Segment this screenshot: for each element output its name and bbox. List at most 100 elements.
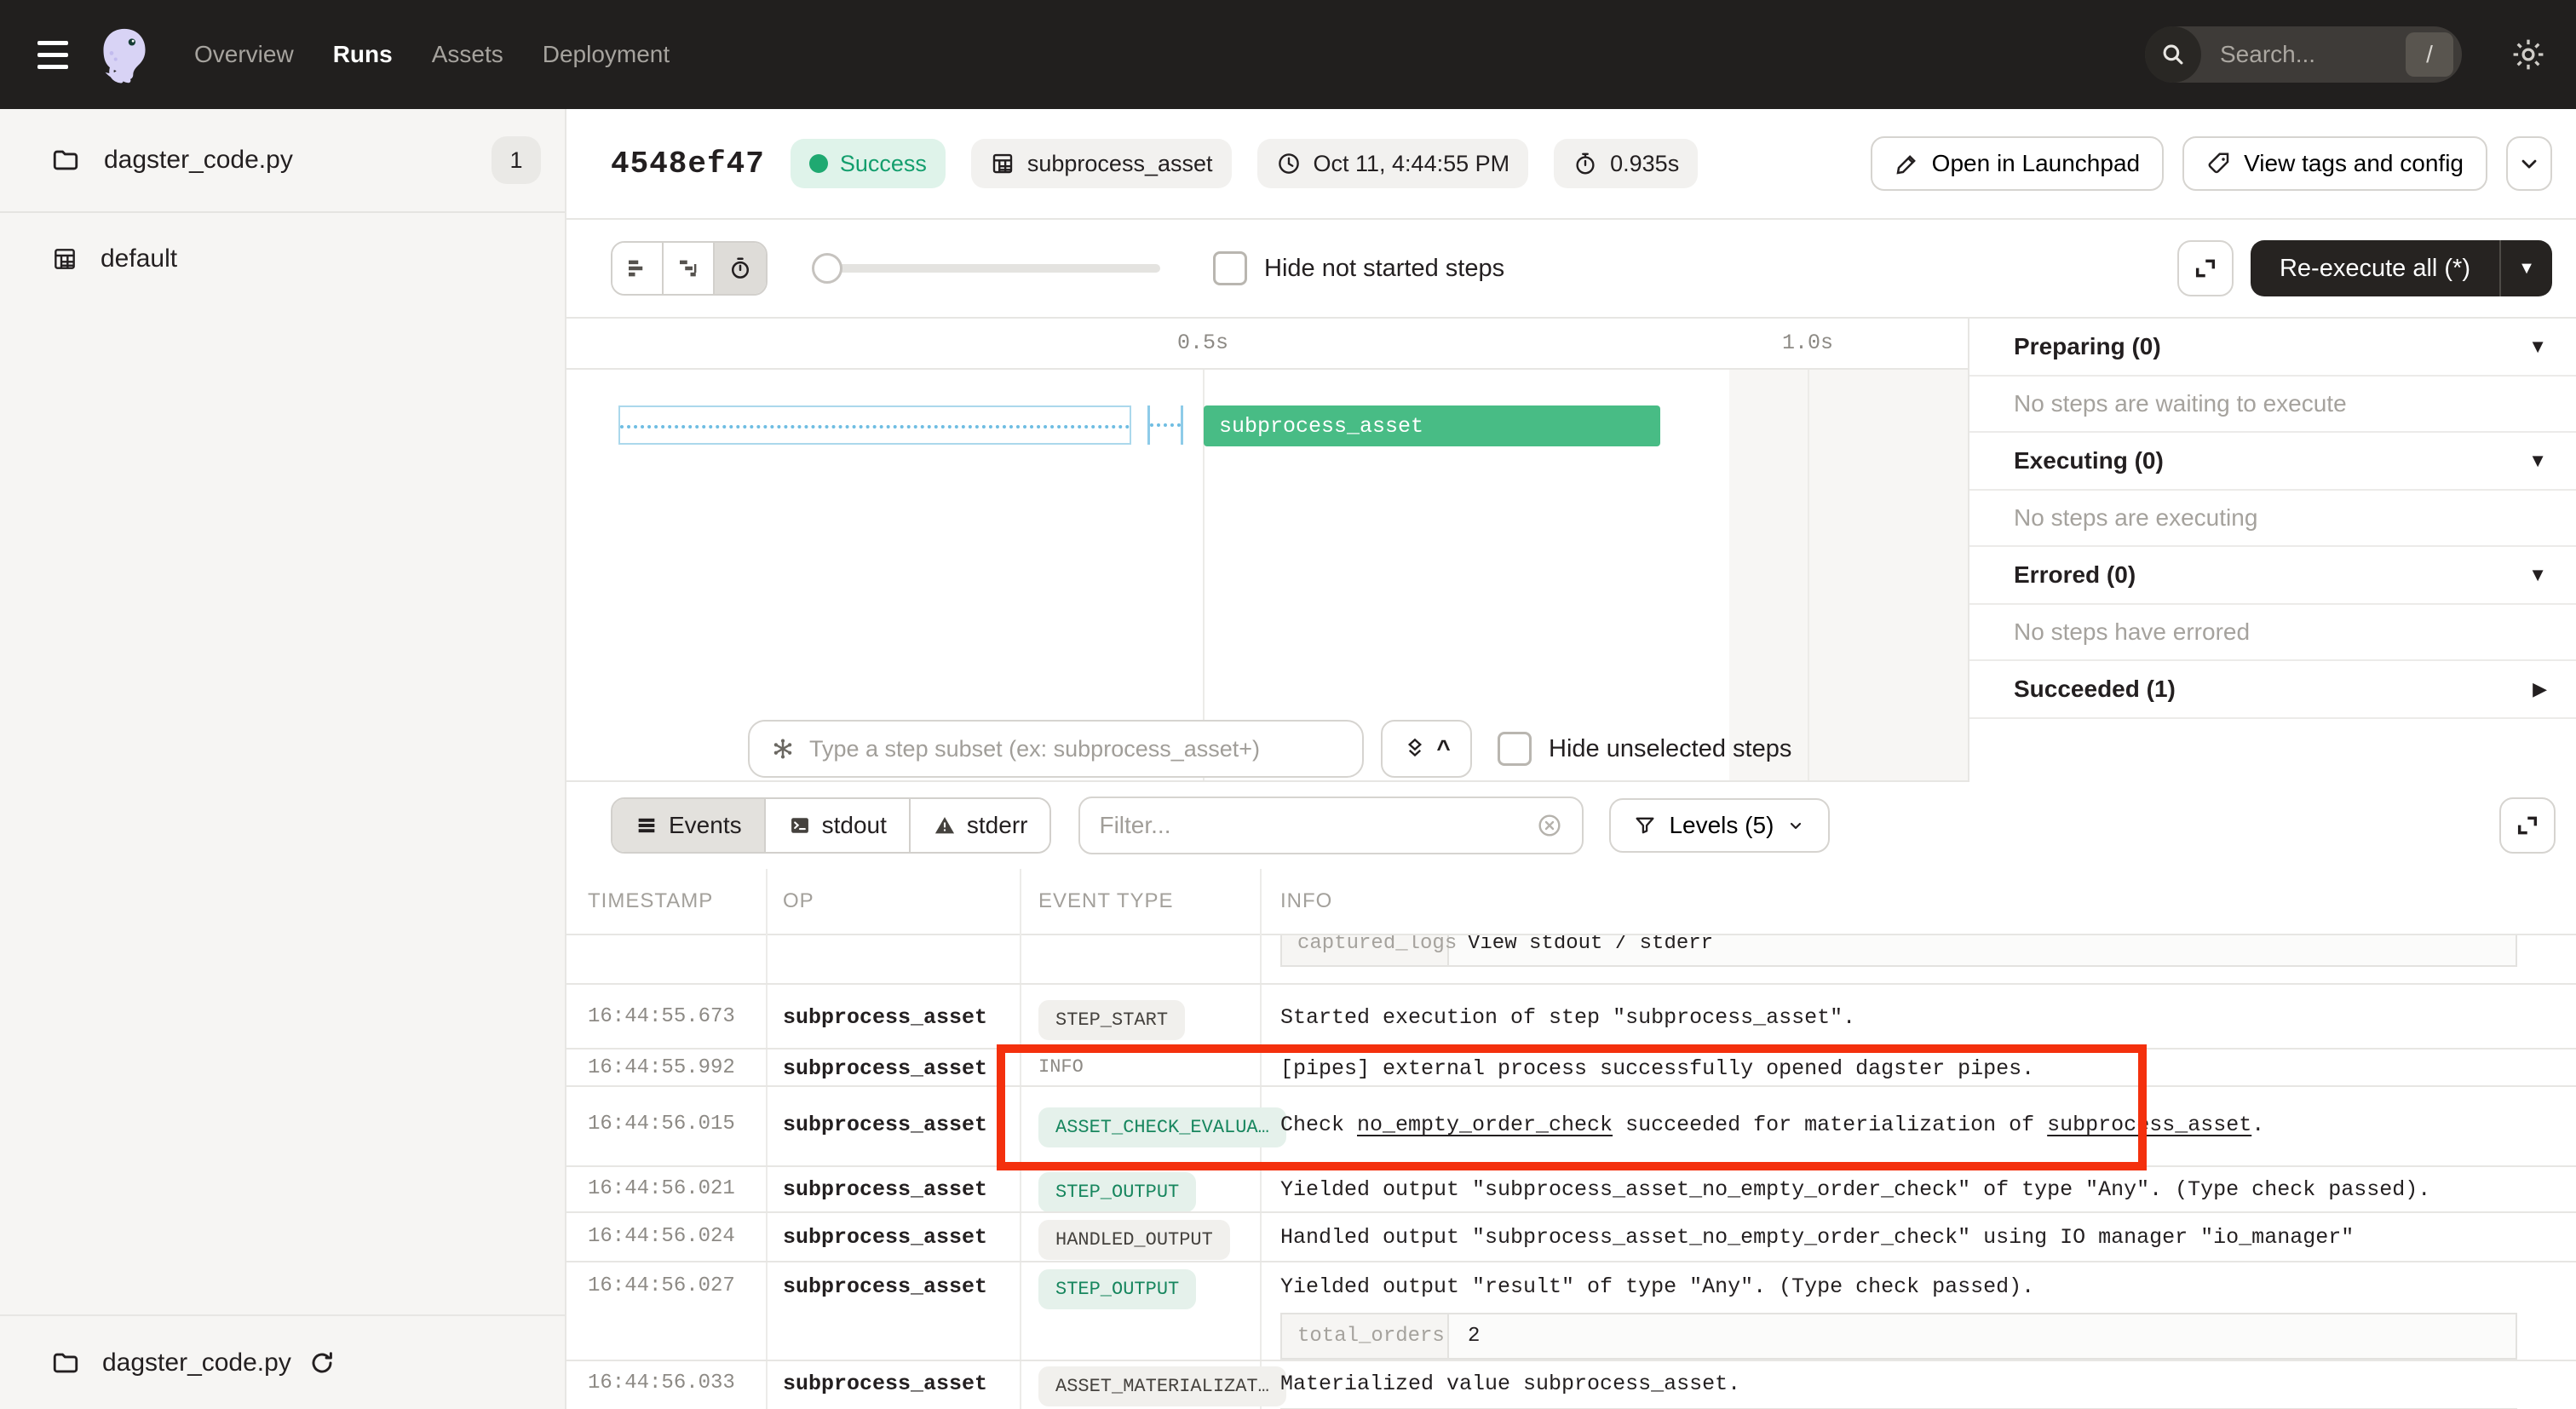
hide-not-started-label: Hide not started steps <box>1264 255 1504 283</box>
chip-label: 0.935s <box>1610 151 1679 177</box>
nav-item-overview[interactable]: Overview <box>194 41 294 68</box>
status-section-errored[interactable]: Errored (0)▼ <box>1969 547 2576 605</box>
status-section-succeeded[interactable]: Succeeded (1)▶ <box>1969 661 2576 719</box>
levels-filter-button[interactable]: Levels (5) <box>1609 798 1830 853</box>
log-fullscreen-icon[interactable] <box>2499 797 2556 854</box>
highlight-rectangle <box>997 1044 2147 1170</box>
search-shortcut-key: / <box>2406 32 2453 77</box>
op-cell: subprocess_asset <box>783 1005 987 1030</box>
caret-down-icon: ▼ <box>2528 336 2547 358</box>
chip-label: subprocess_asset <box>1027 151 1213 177</box>
status-section-preparing[interactable]: Preparing (0) ▼ <box>1969 319 2576 377</box>
info-cell: Started execution of step "subprocess_as… <box>1280 1005 2550 1030</box>
timestamp-cell: 16:44:56.033 <box>588 1372 735 1395</box>
clear-filter-icon[interactable] <box>1536 812 1563 839</box>
main-content: 4548ef47 Success subprocess_assetOct 11,… <box>566 109 2576 1409</box>
event-type-badge: STEP_OUTPUT <box>1038 1172 1196 1212</box>
settings-gear-icon[interactable] <box>2510 36 2547 73</box>
hamburger-menu-icon[interactable] <box>26 27 80 82</box>
step-waiting-marker <box>618 405 1131 445</box>
gantt-zoom-slider[interactable] <box>815 264 1160 273</box>
timer-icon <box>1573 151 1598 176</box>
nav-item-assets[interactable]: Assets <box>432 41 503 68</box>
view-mode-timed-icon[interactable] <box>715 243 766 294</box>
status-section-title: Preparing (0) <box>2014 333 2161 360</box>
run-id: 4548ef47 <box>611 147 765 181</box>
caret-down-icon: ▼ <box>2528 564 2547 586</box>
tab-events[interactable]: Events <box>612 799 766 852</box>
search-icon <box>2145 26 2201 83</box>
log-table-row: 16:44:56.027subprocess_assetSTEP_OUTPUTY… <box>566 1262 2576 1361</box>
dagster-logo-icon[interactable] <box>92 22 157 87</box>
sidebar-item-code-location[interactable]: dagster_code.py 1 <box>0 109 565 213</box>
step-status-panel: Preparing (0)▼No steps are waiting to ex… <box>1968 319 2576 782</box>
run-actions-chevron-button[interactable] <box>2506 136 2552 191</box>
gantt-step-bar[interactable]: subprocess_asset <box>1204 405 1660 446</box>
timestamp-cell: 16:44:56.015 <box>588 1113 735 1136</box>
nav-item-deployment[interactable]: Deployment <box>543 41 670 68</box>
sidebar-item-job-default[interactable]: default <box>0 228 565 290</box>
metadata-key: captured_logs <box>1282 935 1449 965</box>
op-cell: subprocess_asset <box>783 1225 987 1250</box>
event-type-cell: STEP_OUTPUT <box>1038 1269 1196 1309</box>
search-input[interactable]: Search... / <box>2145 26 2462 83</box>
gantt-view-mode-toggle <box>611 241 768 296</box>
view-mode-waterfall-icon[interactable] <box>664 243 715 294</box>
info-text: Handled output "subprocess_asset_no_empt… <box>1280 1225 2354 1250</box>
status-section-empty-text: No steps have errored <box>1969 605 2576 661</box>
dagster-run-page: Overview Runs Assets Deployment Search... / <box>0 0 2576 1409</box>
grid-icon <box>990 151 1015 176</box>
log-view-tabs: Events stdout stderr <box>611 797 1051 854</box>
primary-nav: Overview Runs Assets Deployment <box>194 41 670 68</box>
re-execute-all-button[interactable]: Re-execute all (*) ▼ <box>2251 240 2552 296</box>
chip-label: Oct 11, 4:44:55 PM <box>1314 151 1510 177</box>
tab-label: Events <box>669 812 742 839</box>
info-cell: Yielded output "subprocess_asset_no_empt… <box>1280 1177 2550 1202</box>
log-table-row: 16:44:56.021subprocess_assetSTEP_OUTPUTY… <box>566 1167 2576 1213</box>
gantt-toolbar: Hide not started steps Re-execute all (*… <box>566 220 2576 317</box>
caret-right-icon: ▶ <box>2533 678 2547 700</box>
info-text: Started execution of step "subprocess_as… <box>1280 1005 1855 1030</box>
re-execute-dropdown-caret[interactable]: ▼ <box>2499 240 2552 296</box>
step-selection-controls: Type a step subset (ex: subprocess_asset… <box>566 720 1968 778</box>
axis-tick: 1.0s <box>1782 331 1833 355</box>
event-type-cell: ASSET_MATERIALIZAT… <box>1038 1366 1286 1406</box>
view-mode-flat-icon[interactable] <box>612 243 664 294</box>
folder-icon <box>51 1349 80 1377</box>
graph-query-toggle-button[interactable]: ^ <box>1381 720 1472 778</box>
run-tag-chip: 0.935s <box>1554 139 1698 188</box>
timestamp-cell: 16:44:56.021 <box>588 1177 735 1200</box>
code-location-label: dagster_code.py <box>104 146 293 175</box>
open-in-launchpad-button[interactable]: Open in Launchpad <box>1871 136 2164 191</box>
column-header-timestamp: TIMESTAMP <box>588 889 713 913</box>
status-section-empty-text: No steps are executing <box>1969 491 2576 547</box>
gantt-fullscreen-icon[interactable] <box>2177 240 2234 296</box>
footer-location-label: dagster_code.py <box>102 1349 291 1377</box>
tab-label: stdout <box>822 812 887 839</box>
log-table-row: captured_logsView stdout / stderr <box>566 935 2576 985</box>
info-text: Materialized value subprocess_asset. <box>1280 1372 1740 1396</box>
log-filter-input[interactable]: Filter... <box>1078 797 1584 854</box>
nav-item-runs[interactable]: Runs <box>333 41 393 68</box>
event-type-cell: STEP_START <box>1038 1000 1185 1040</box>
metadata-value-link[interactable]: View stdout / stderr <box>1449 935 1732 965</box>
event-type-badge: STEP_OUTPUT <box>1038 1269 1196 1309</box>
after-run-end-region <box>1729 370 1968 780</box>
tab-stdout[interactable]: stdout <box>766 799 911 852</box>
info-text: . <box>2251 1113 2264 1137</box>
warning-icon <box>933 814 957 837</box>
tab-label: stderr <box>967 812 1028 839</box>
view-tags-config-button[interactable]: View tags and config <box>2182 136 2487 191</box>
info-cell: captured_logsView stdout / stderr <box>1280 935 2550 967</box>
tab-stderr[interactable]: stderr <box>911 799 1050 852</box>
hide-unselected-checkbox[interactable] <box>1498 732 1532 766</box>
table-icon <box>635 814 658 837</box>
timestamp-cell: 16:44:56.024 <box>588 1225 735 1248</box>
event-type-cell: STEP_OUTPUT <box>1038 1172 1196 1212</box>
caret-down-icon: ▼ <box>2528 450 2547 472</box>
step-subset-input[interactable]: Type a step subset (ex: subprocess_asset… <box>748 720 1364 778</box>
hide-not-started-checkbox[interactable] <box>1213 251 1247 285</box>
status-section-executing[interactable]: Executing (0)▼ <box>1969 433 2576 491</box>
reload-icon[interactable] <box>308 1349 336 1377</box>
slider-knob[interactable] <box>812 253 842 284</box>
